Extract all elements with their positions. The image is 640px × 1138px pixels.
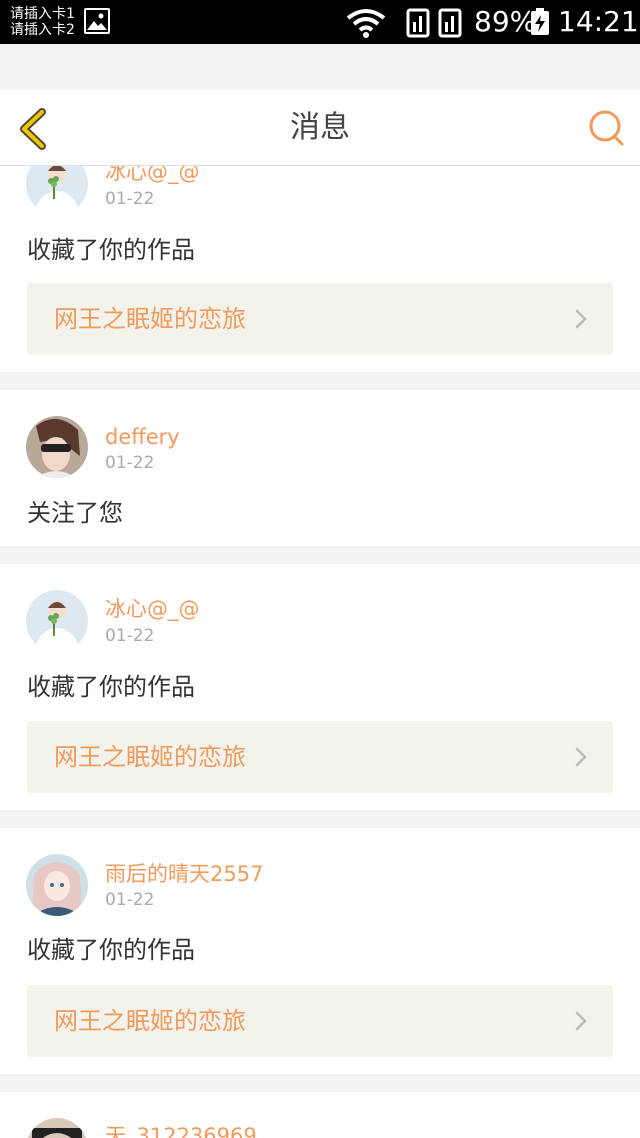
image-notification-icon bbox=[84, 8, 110, 34]
sim2-signal-icon bbox=[438, 8, 462, 38]
battery-percent: 89% bbox=[474, 5, 537, 38]
action-text: 收藏了你的作品 bbox=[27, 673, 195, 701]
user-name[interactable]: 冰心@_@ bbox=[105, 597, 200, 621]
action-text: 关注了您 bbox=[27, 499, 123, 527]
sim1-text: 请插入卡1 bbox=[10, 6, 75, 22]
message-date: 01-22 bbox=[105, 626, 155, 646]
screen: 请插入卡1 请插入卡2 89% 14:21 消息 冰心@_@ 01-22 收藏了… bbox=[0, 0, 640, 1138]
avatar[interactable] bbox=[26, 590, 88, 652]
message-date: 01-22 bbox=[105, 189, 155, 209]
sim1-signal-icon bbox=[406, 8, 430, 38]
status-bar: 请插入卡1 请插入卡2 89% 14:21 bbox=[0, 0, 640, 44]
nav-header: 消息 bbox=[0, 90, 640, 166]
top-spacer bbox=[0, 44, 640, 90]
chevron-right-icon bbox=[575, 309, 587, 329]
search-icon[interactable] bbox=[586, 108, 626, 148]
action-text: 收藏了你的作品 bbox=[27, 236, 195, 264]
sim-status: 请插入卡1 请插入卡2 bbox=[10, 6, 75, 38]
work-link[interactable]: 网王之眠姬的恋旅 bbox=[27, 985, 613, 1057]
message-item[interactable]: 雨后的晴天2557 01-22 收藏了你的作品 网王之眠姬的恋旅 bbox=[0, 828, 640, 1074]
user-name[interactable]: 天_312236969 bbox=[105, 1124, 257, 1138]
chevron-right-icon bbox=[575, 1011, 587, 1031]
chevron-right-icon bbox=[575, 747, 587, 767]
user-name[interactable]: deffery bbox=[105, 425, 180, 449]
work-title: 网王之眠姬的恋旅 bbox=[54, 1007, 246, 1035]
message-item[interactable]: deffery 01-22 关注了您 bbox=[0, 390, 640, 546]
message-item[interactable]: 冰心@_@ 01-22 收藏了你的作品 网王之眠姬的恋旅 bbox=[0, 166, 640, 372]
action-text: 收藏了你的作品 bbox=[27, 936, 195, 964]
work-link[interactable]: 网王之眠姬的恋旅 bbox=[27, 283, 613, 355]
battery-charging-icon bbox=[531, 8, 549, 35]
message-item[interactable]: 天_312236969 bbox=[0, 1092, 640, 1138]
message-list: 冰心@_@ 01-22 收藏了你的作品 网王之眠姬的恋旅 deffery 01-… bbox=[0, 166, 640, 1138]
wifi-icon bbox=[346, 9, 386, 38]
page-title: 消息 bbox=[290, 110, 350, 145]
avatar[interactable] bbox=[26, 416, 88, 478]
work-title: 网王之眠姬的恋旅 bbox=[54, 743, 246, 771]
clock: 14:21 bbox=[558, 5, 639, 38]
avatar[interactable] bbox=[26, 854, 88, 916]
user-name[interactable]: 冰心@_@ bbox=[105, 166, 200, 184]
avatar[interactable] bbox=[26, 166, 88, 215]
work-title: 网王之眠姬的恋旅 bbox=[54, 305, 246, 333]
sim2-text: 请插入卡2 bbox=[10, 22, 75, 38]
avatar[interactable] bbox=[26, 1118, 88, 1138]
message-item[interactable]: 冰心@_@ 01-22 收藏了你的作品 网王之眠姬的恋旅 bbox=[0, 564, 640, 810]
work-link[interactable]: 网王之眠姬的恋旅 bbox=[27, 721, 613, 793]
message-date: 01-22 bbox=[105, 453, 155, 473]
message-date: 01-22 bbox=[105, 890, 155, 910]
user-name[interactable]: 雨后的晴天2557 bbox=[105, 862, 263, 886]
